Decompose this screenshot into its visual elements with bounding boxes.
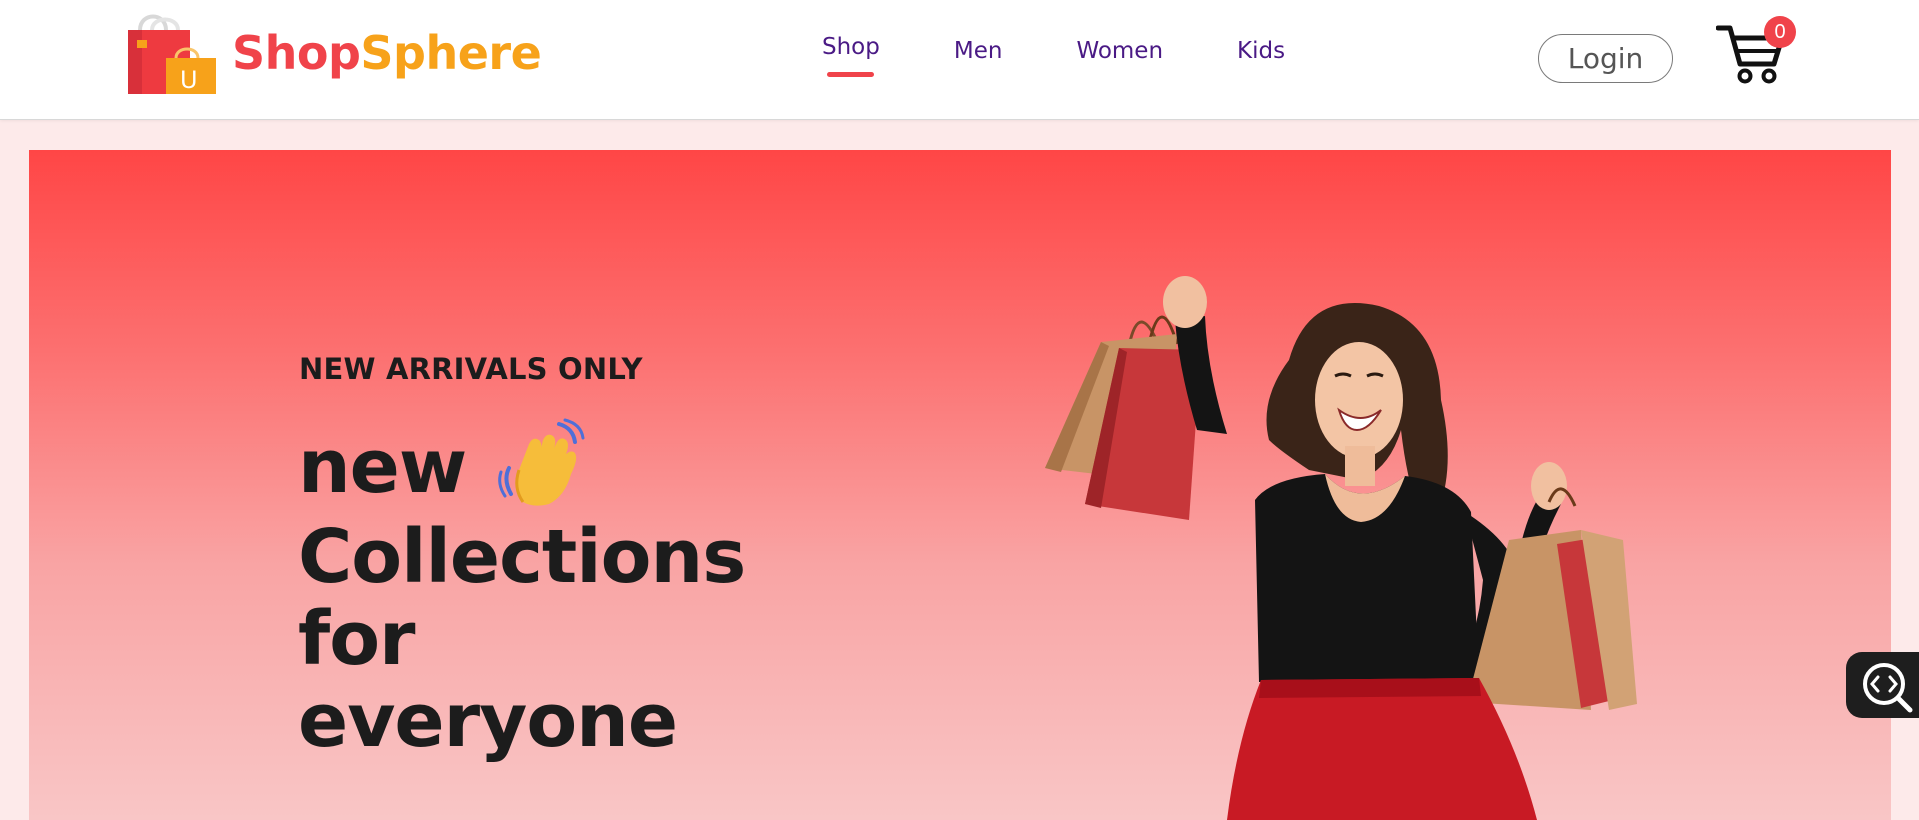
cart-button[interactable]: 0 [1715, 16, 1796, 90]
hero-banner: NEW ARRIVALS ONLY new Collections for ev… [29, 150, 1891, 820]
logo-bag-letter: U [180, 66, 198, 94]
hero-woman-with-shopping-bags-image [1009, 250, 1659, 820]
nav-item-shop[interactable]: Shop [822, 34, 880, 77]
hero-headline-line-1: new [298, 424, 467, 510]
brand-name: ShopSphere [232, 26, 542, 80]
nav-item-label: Men [953, 38, 1003, 64]
hero-tagline: NEW ARRIVALS ONLY [299, 352, 643, 386]
brand-name-part2: Sphere [360, 26, 542, 80]
hero-headline-line-4: everyone [298, 678, 678, 764]
hero-headline-line-3: for [298, 596, 416, 682]
navbar: U ShopSphere Shop Men Women Kids Login 0 [0, 0, 1919, 120]
nav-item-kids[interactable]: Kids [1237, 38, 1285, 64]
cart-count-badge: 0 [1764, 16, 1796, 48]
shopping-bag-logo-icon: U [126, 10, 218, 96]
brand-logo[interactable]: U ShopSphere [126, 10, 542, 96]
nav-item-women[interactable]: Women [1076, 38, 1163, 64]
nav-item-label: Women [1076, 38, 1164, 64]
main-nav: Shop Men Women Kids [822, 34, 1359, 77]
code-search-icon [1863, 663, 1913, 713]
nav-item-men[interactable]: Men [954, 38, 1003, 64]
waving-hand-icon [495, 418, 595, 508]
brand-name-part1: Shop [232, 26, 361, 80]
nav-item-label: Shop [822, 34, 880, 60]
nav-item-label: Kids [1237, 38, 1286, 64]
hero-headline-line-2: Collections [298, 514, 746, 600]
login-button[interactable]: Login [1538, 34, 1673, 83]
active-nav-underline [827, 72, 874, 77]
floating-tool-widget[interactable] [1846, 652, 1919, 718]
